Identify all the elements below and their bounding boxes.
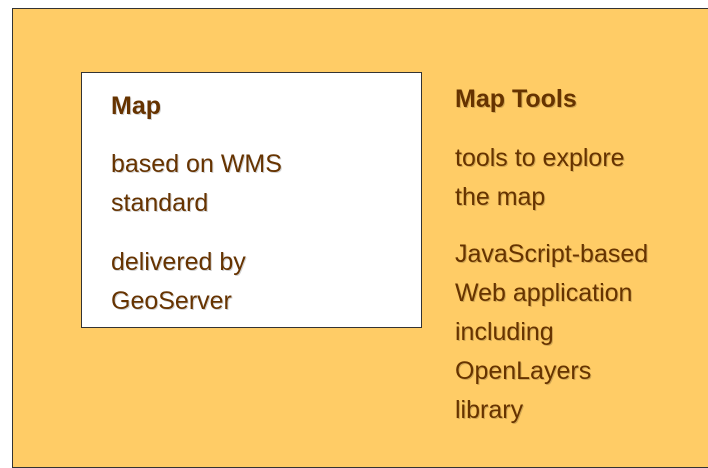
map-item-1-line-2: standard (111, 189, 209, 217)
map-item-1-line-1: based on WMS (111, 150, 282, 178)
map-title: Map (111, 92, 161, 120)
map-tools-item-2-line-2: Web application (455, 279, 633, 307)
map-tools-item-2-line-5: library (455, 396, 524, 424)
map-tools-item-2-line-4: OpenLayers (455, 357, 592, 385)
map-tools-item-1-line-2: the map (455, 183, 546, 211)
slide: Map based on WMS standard delivered by G… (0, 0, 708, 468)
map-tools-item-2-line-3: including (455, 318, 554, 346)
map-tools-item-2-line-1: JavaScript-based (455, 240, 649, 268)
map-tools-title: Map Tools (455, 85, 577, 113)
map-item-2-line-2: GeoServer (111, 287, 232, 315)
map-tools-item-1-line-1: tools to explore (455, 144, 625, 172)
map-item-2-line-1: delivered by (111, 248, 246, 276)
